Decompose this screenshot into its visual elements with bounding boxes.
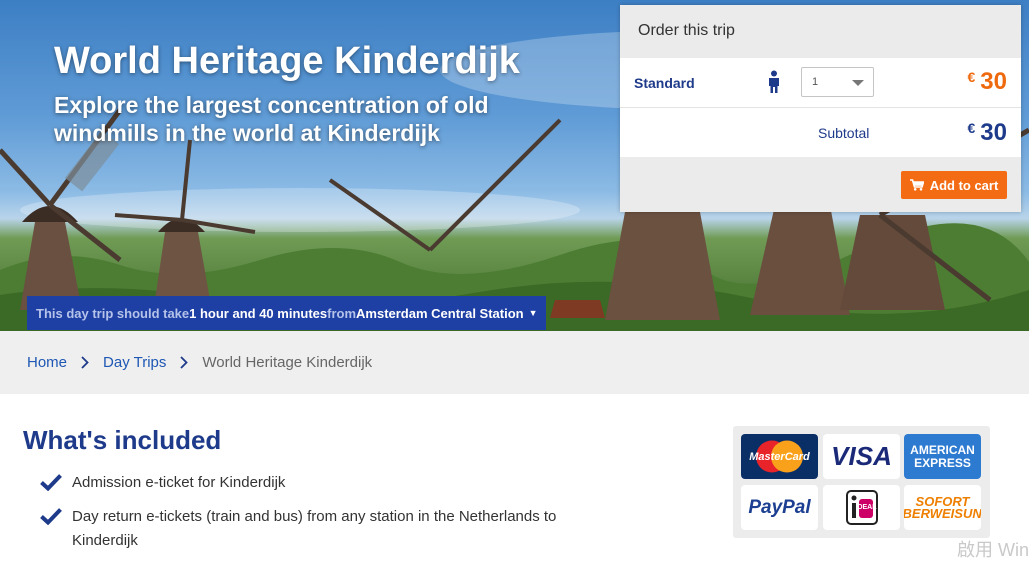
checkmark-icon bbox=[40, 474, 62, 491]
order-panel: Order this trip Standard 1 €30 Subtotal … bbox=[620, 5, 1021, 212]
order-panel-footer: Add to cart bbox=[620, 157, 1021, 212]
currency-symbol: € bbox=[967, 120, 976, 136]
mastercard-logo: MasterCard bbox=[741, 434, 818, 479]
currency-symbol: € bbox=[967, 69, 976, 85]
add-to-cart-label: Add to cart bbox=[929, 177, 999, 193]
chevron-down-icon bbox=[852, 80, 864, 86]
visa-label: VISA bbox=[831, 441, 892, 471]
sofort-logo: SOFORT ÜBERWEISUNG bbox=[904, 485, 981, 530]
trip-duration-bar[interactable]: This day trip should take 1 hour and 40 … bbox=[27, 296, 546, 330]
american-express-logo: AMERICAN EXPRESS bbox=[904, 434, 981, 479]
visa-logo: VISA bbox=[823, 434, 900, 479]
paypal-label: PayPal bbox=[748, 496, 811, 518]
windows-activation-watermark: 啟用 Win bbox=[957, 540, 1029, 560]
breadcrumb-current: World Heritage Kinderdijk bbox=[202, 354, 373, 371]
ticket-row-standard: Standard 1 €30 bbox=[620, 58, 1021, 108]
duration-value: 1 hour and 40 minutes bbox=[189, 305, 328, 321]
cart-icon bbox=[909, 179, 924, 191]
person-icon bbox=[767, 70, 781, 99]
included-item-text: Admission e-ticket for Kinderdijk bbox=[72, 474, 286, 491]
included-item: Day return e-tickets (train and bus) fro… bbox=[40, 505, 602, 553]
departure-station[interactable]: Amsterdam Central Station bbox=[356, 306, 524, 321]
subtotal-label: Subtotal bbox=[818, 125, 870, 141]
page-subtitle: Explore the largest concentration of old… bbox=[54, 92, 489, 146]
paypal-logo: PayPal bbox=[741, 485, 818, 530]
quantity-value: 1 bbox=[812, 76, 819, 88]
breadcrumb-day-trips-link[interactable]: Day Trips bbox=[103, 354, 166, 371]
caret-down-icon[interactable]: ▼ bbox=[529, 308, 538, 318]
chevron-right-icon bbox=[81, 356, 89, 369]
page-title: World Heritage Kinderdijk bbox=[54, 40, 520, 82]
order-panel-header: Order this trip bbox=[620, 5, 1021, 58]
duration-prefix: This day trip should take bbox=[36, 305, 190, 321]
subtotal-value: 30 bbox=[980, 119, 1007, 146]
ideal-label: iDEAL bbox=[855, 504, 877, 511]
included-item: Admission e-ticket for Kinderdijk bbox=[40, 471, 602, 495]
mastercard-label: MasterCard bbox=[749, 450, 810, 463]
unit-price: €30 bbox=[968, 68, 1008, 96]
subtotal: €30 bbox=[968, 119, 1008, 147]
duration-from: from bbox=[327, 305, 357, 321]
american-express-label: AMERICAN EXPRESS bbox=[910, 442, 975, 470]
chevron-right-icon bbox=[180, 356, 189, 369]
unit-price-value: 30 bbox=[980, 68, 1007, 95]
ticket-type-label: Standard bbox=[634, 75, 695, 91]
included-item-text: Day return e-tickets (train and bus) fro… bbox=[72, 508, 557, 549]
breadcrumb-home-link[interactable]: Home bbox=[27, 354, 67, 371]
sofort-label: SOFORT ÜBERWEISUNG bbox=[904, 493, 981, 521]
add-to-cart-button[interactable]: Add to cart bbox=[901, 171, 1007, 199]
subtotal-row: Subtotal €30 bbox=[620, 108, 1021, 157]
breadcrumb: Home Day Trips World Heritage Kinderdijk bbox=[0, 331, 1029, 394]
checkmark-icon bbox=[40, 508, 62, 525]
quantity-select[interactable]: 1 bbox=[801, 67, 874, 97]
payment-methods: MasterCard VISA AMERICAN EXPRESS PayPal … bbox=[733, 426, 990, 538]
included-heading: What's included bbox=[23, 425, 222, 455]
ideal-logo: iDEAL bbox=[823, 485, 900, 530]
